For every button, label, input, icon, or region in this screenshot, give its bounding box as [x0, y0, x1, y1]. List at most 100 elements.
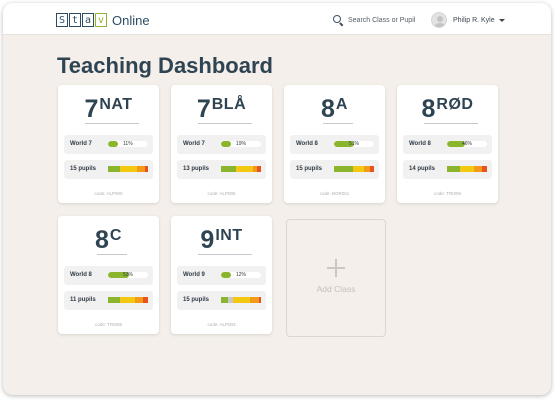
class-card[interactable]: 7BLÅ World 7 19% 13 pupils code: ALP005	[171, 85, 272, 203]
pupil-distribution-bar	[447, 166, 487, 172]
class-code: code: ALP000	[94, 191, 123, 196]
class-code: code: TRI006	[434, 191, 461, 196]
class-grade: 8	[421, 95, 436, 123]
progress-percent: 46%	[462, 141, 473, 147]
class-card[interactable]: 8RØD World 8 46% 14 pupils code: TRI006	[397, 85, 498, 203]
class-suffix: NAT	[99, 96, 133, 113]
class-name: 8C	[58, 228, 159, 253]
progress-percent: 51%	[349, 141, 360, 147]
pupil-distribution-bar	[221, 166, 261, 172]
search-input[interactable]: Search Class or Pupil	[348, 17, 415, 24]
distribution-segment	[221, 297, 228, 303]
class-name-underline	[323, 123, 353, 124]
progress-fill	[108, 141, 118, 147]
world-progress-row[interactable]: World 7 19%	[177, 135, 266, 154]
class-name: 7BLÅ	[171, 97, 272, 122]
class-card[interactable]: 9INT World 9 12% 15 pupils code: ALP003	[171, 216, 272, 334]
logo-text: Online	[112, 12, 150, 28]
class-grade: 7	[196, 95, 211, 123]
class-suffix: BLÅ	[211, 96, 247, 113]
pupils-row[interactable]: 13 pupils	[177, 160, 266, 179]
distribution-segment	[120, 297, 135, 303]
world-progress-row[interactable]: World 9 12%	[177, 266, 266, 285]
distribution-segment	[108, 166, 120, 172]
distribution-segment	[120, 166, 137, 172]
class-card[interactable]: 8C World 8 53% 11 pupils code: TRI006	[58, 216, 159, 334]
distribution-segment	[108, 297, 120, 303]
plus-icon	[327, 259, 345, 277]
distribution-segment	[334, 166, 353, 172]
world-label: World 8	[70, 272, 92, 278]
world-progress-row[interactable]: World 7 11%	[64, 135, 153, 154]
progress-fill	[221, 272, 231, 278]
world-progress-row[interactable]: World 8 51%	[290, 135, 379, 154]
class-name-underline	[97, 254, 127, 255]
logo-letter: a	[82, 13, 94, 27]
app-window: S t a v Online Search Class or Pupil Phi…	[3, 3, 551, 395]
pupils-label: 11 pupils	[70, 297, 96, 303]
class-card[interactable]: 8A World 8 51% 15 pupils code: BOR051	[284, 85, 385, 203]
class-grade: 8	[95, 226, 109, 254]
world-label: World 7	[70, 141, 92, 147]
pupils-label: 14 pupils	[409, 166, 436, 172]
class-code: code: TRI006	[95, 322, 122, 327]
progress-percent: 53%	[123, 272, 134, 278]
top-navigation-bar: S t a v Online Search Class or Pupil Phi…	[3, 3, 551, 35]
distribution-segment	[369, 166, 374, 172]
pupil-distribution-bar	[108, 297, 148, 303]
world-progress-row[interactable]: World 8 46%	[403, 135, 492, 154]
distribution-segment	[258, 297, 261, 303]
avatar-icon[interactable]	[431, 12, 447, 28]
search-bar[interactable]: Search Class or Pupil	[333, 12, 415, 28]
add-class-label: Add Class	[316, 284, 356, 294]
class-name-underline	[424, 123, 478, 124]
stav-online-logo[interactable]: S t a v Online	[56, 12, 150, 28]
add-class-button[interactable]: Add Class	[286, 219, 386, 337]
class-name: 8RØD	[397, 97, 498, 122]
class-code: code: ALP005	[207, 191, 236, 196]
class-name-underline	[198, 123, 252, 124]
progress-percent: 11%	[123, 141, 133, 147]
user-menu[interactable]: Philip R. Kyle	[431, 11, 505, 29]
pupils-label: 13 pupils	[183, 166, 210, 172]
distribution-segment	[233, 297, 250, 303]
distribution-segment	[136, 166, 145, 172]
world-label: World 8	[409, 141, 431, 147]
distribution-segment	[134, 297, 143, 303]
class-name-underline	[198, 254, 252, 255]
logo-letter: S	[56, 13, 68, 27]
distribution-segment	[144, 166, 148, 172]
class-grade: 8	[321, 95, 335, 123]
distribution-segment	[482, 166, 487, 172]
chevron-down-icon[interactable]	[498, 18, 505, 22]
world-label: World 7	[183, 141, 205, 147]
class-name: 9INT	[171, 228, 272, 253]
pupils-row[interactable]: 14 pupils	[403, 160, 492, 179]
distribution-segment	[256, 166, 261, 172]
distribution-segment	[235, 166, 253, 172]
class-card[interactable]: 7NAT World 7 11% 15 pupils code: ALP000	[58, 85, 159, 203]
pupils-row[interactable]: 11 pupils	[64, 291, 153, 310]
class-suffix: RØD	[436, 96, 474, 113]
user-name[interactable]: Philip R. Kyle	[453, 17, 495, 24]
logo-letter: v	[95, 13, 107, 27]
class-name: 8A	[284, 97, 385, 122]
distribution-segment	[460, 166, 475, 172]
distribution-segment	[474, 166, 483, 172]
class-name: 7NAT	[58, 97, 159, 122]
distribution-segment	[142, 297, 148, 303]
pupil-distribution-bar	[108, 166, 148, 172]
pupils-label: 15 pupils	[296, 166, 323, 172]
world-progress-row[interactable]: World 8 53%	[64, 266, 153, 285]
pupils-row[interactable]: 15 pupils	[177, 291, 266, 310]
pupils-label: 15 pupils	[70, 166, 97, 172]
pupils-row[interactable]: 15 pupils	[64, 160, 153, 179]
progress-percent: 19%	[236, 141, 247, 147]
page-title: Teaching Dashboard	[57, 53, 273, 78]
pupils-row[interactable]: 15 pupils	[290, 160, 379, 179]
search-icon[interactable]	[333, 14, 344, 26]
logo-letter: t	[69, 13, 81, 27]
distribution-segment	[221, 166, 236, 172]
world-label: World 8	[296, 141, 318, 147]
class-code: code: ALP003	[207, 322, 236, 327]
